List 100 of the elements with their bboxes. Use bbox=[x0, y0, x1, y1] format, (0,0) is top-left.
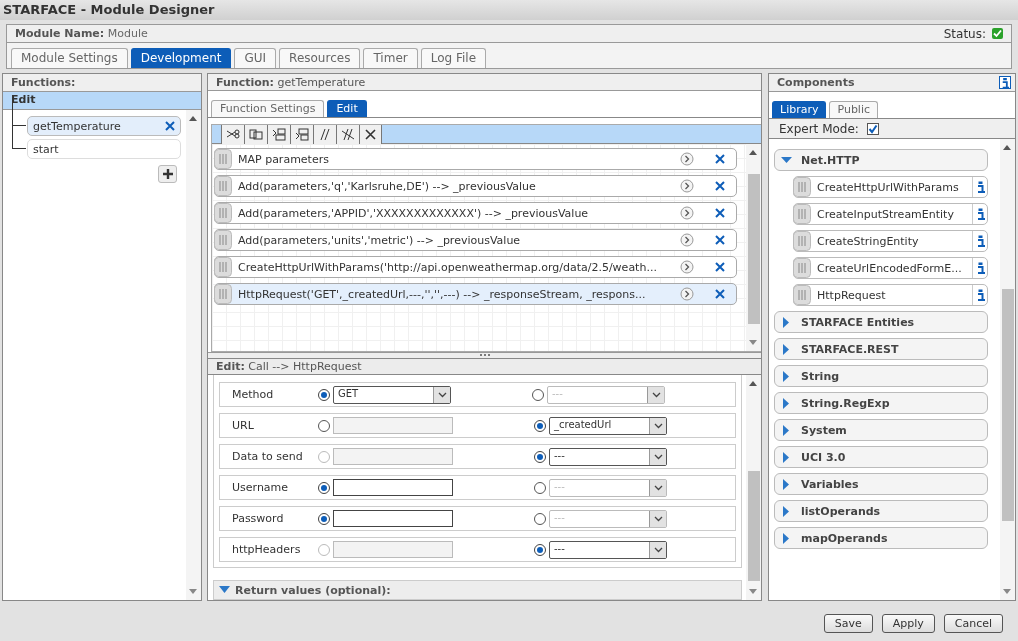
component-group[interactable]: listOperands bbox=[774, 500, 988, 522]
statement-row[interactable]: HttpRequest('GET',_createdUrl,---,'','',---) --> _responseStream, _respons... bbox=[214, 283, 737, 306]
triangle-right-icon[interactable] bbox=[781, 505, 792, 517]
tab[interactable]: Public bbox=[829, 101, 879, 118]
radio-button[interactable] bbox=[534, 543, 546, 556]
toolbar-button[interactable] bbox=[313, 125, 336, 145]
radio-button[interactable] bbox=[532, 388, 544, 401]
tab[interactable]: Log File bbox=[420, 48, 487, 68]
input-field[interactable] bbox=[333, 510, 453, 527]
tab[interactable]: Development bbox=[130, 48, 232, 68]
radio-button[interactable] bbox=[534, 450, 546, 463]
action-button[interactable]: Apply bbox=[881, 614, 935, 633]
tab[interactable]: Timer bbox=[363, 48, 418, 68]
input-field[interactable] bbox=[333, 448, 453, 465]
dropdown[interactable]: --- bbox=[549, 447, 667, 466]
component-group[interactable]: STARFACE Entities bbox=[774, 311, 988, 333]
component-group[interactable]: STARFACE.REST bbox=[774, 338, 988, 360]
component-group[interactable]: System bbox=[774, 419, 988, 441]
triangle-right-icon[interactable] bbox=[781, 316, 792, 328]
toolbar-button[interactable] bbox=[267, 125, 290, 145]
tab[interactable]: Resources bbox=[279, 48, 361, 68]
section-header[interactable]: Return values (optional): bbox=[213, 580, 742, 600]
triangle-right-icon[interactable] bbox=[781, 397, 792, 409]
component-group[interactable]: String bbox=[774, 365, 988, 387]
scrollbar[interactable] bbox=[1000, 139, 1015, 600]
grip-icon[interactable] bbox=[214, 203, 232, 224]
grip-icon[interactable] bbox=[793, 231, 811, 251]
grip-icon[interactable] bbox=[214, 257, 232, 278]
triangle-right-icon[interactable] bbox=[781, 370, 792, 382]
arrow-circle-icon[interactable] bbox=[680, 287, 694, 302]
triangle-right-icon[interactable] bbox=[781, 532, 792, 544]
component-item[interactable]: CreateInputStreamEntity bbox=[793, 203, 988, 225]
tab[interactable]: Function Settings bbox=[211, 100, 325, 118]
triangle-right-icon[interactable] bbox=[781, 478, 792, 490]
action-button[interactable]: Cancel bbox=[943, 614, 1003, 633]
triangle-right-icon[interactable] bbox=[781, 343, 792, 355]
toolbar-button[interactable] bbox=[359, 125, 382, 145]
dropdown[interactable]: --- bbox=[549, 540, 667, 559]
close-icon[interactable] bbox=[714, 153, 726, 166]
component-group[interactable]: String.RegExp bbox=[774, 392, 988, 414]
checkbox[interactable] bbox=[866, 122, 879, 135]
grip-icon[interactable] bbox=[793, 258, 811, 278]
toolbar-button[interactable] bbox=[221, 125, 244, 145]
radio-button[interactable] bbox=[534, 512, 546, 525]
close-icon[interactable] bbox=[714, 180, 726, 193]
close-icon[interactable] bbox=[714, 288, 726, 301]
arrow-circle-icon[interactable] bbox=[680, 206, 694, 221]
splitter-grip-icon[interactable] bbox=[478, 353, 491, 358]
tab[interactable]: GUI bbox=[234, 48, 277, 68]
grip-icon[interactable] bbox=[214, 149, 232, 170]
function-item[interactable]: start bbox=[27, 139, 181, 159]
toolbar-button[interactable] bbox=[336, 125, 359, 145]
statement-row[interactable]: CreateHttpUrlWithParams('http://api.openweathermap.org/data/2.5/weath... bbox=[214, 256, 737, 279]
tab[interactable]: Module Settings bbox=[11, 48, 128, 68]
function-item[interactable]: getTemperature bbox=[27, 116, 181, 136]
radio-button[interactable] bbox=[318, 481, 330, 494]
scrollbar[interactable] bbox=[186, 110, 201, 600]
statement-row[interactable]: MAP parameters bbox=[214, 148, 737, 171]
add-button[interactable] bbox=[158, 165, 177, 183]
input-field[interactable] bbox=[333, 541, 453, 558]
triangle-right-icon[interactable] bbox=[781, 424, 792, 436]
component-group[interactable]: mapOperands bbox=[774, 527, 988, 549]
dropdown[interactable]: GET bbox=[333, 385, 451, 404]
component-item[interactable]: CreateStringEntity bbox=[793, 230, 988, 252]
grip-icon[interactable] bbox=[793, 285, 811, 305]
arrow-circle-icon[interactable] bbox=[680, 152, 694, 167]
scrollbar[interactable] bbox=[746, 375, 761, 600]
toolbar-button[interactable] bbox=[290, 125, 313, 145]
input-field[interactable] bbox=[333, 417, 453, 434]
grip-icon[interactable] bbox=[793, 177, 811, 197]
radio-button[interactable] bbox=[534, 419, 546, 432]
action-button[interactable]: Save bbox=[823, 614, 873, 633]
arrow-circle-icon[interactable] bbox=[680, 260, 694, 275]
statement-row[interactable]: Add(parameters,'APPID','XXXXXXXXXXXXX') --> _previousValue bbox=[214, 202, 737, 225]
arrow-circle-icon[interactable] bbox=[680, 233, 694, 248]
toolbar-button[interactable] bbox=[244, 125, 267, 145]
radio-button[interactable] bbox=[318, 512, 330, 525]
grip-icon[interactable] bbox=[214, 230, 232, 251]
statement-row[interactable]: Add(parameters,'q','Karlsruhe,DE') --> _previousValue bbox=[214, 175, 737, 198]
grip-icon[interactable] bbox=[793, 204, 811, 224]
radio-button[interactable] bbox=[318, 419, 330, 432]
statement-row[interactable]: Add(parameters,'units','metric') --> _previousValue bbox=[214, 229, 737, 252]
scrollbar[interactable] bbox=[746, 144, 761, 352]
radio-button[interactable] bbox=[534, 481, 546, 494]
grip-icon[interactable] bbox=[214, 284, 232, 305]
component-group[interactable]: Variables bbox=[774, 473, 988, 495]
input-field[interactable] bbox=[333, 479, 453, 496]
close-icon[interactable] bbox=[714, 261, 726, 274]
dropdown[interactable]: _createdUrl bbox=[549, 416, 667, 435]
component-group[interactable]: Net.HTTP bbox=[774, 149, 988, 171]
tab[interactable]: Library bbox=[772, 101, 827, 118]
radio-button[interactable] bbox=[318, 388, 330, 401]
triangle-right-icon[interactable] bbox=[781, 451, 792, 463]
component-item[interactable]: HttpRequest bbox=[793, 284, 988, 306]
component-group[interactable]: UCI 3.0 bbox=[774, 446, 988, 468]
close-icon[interactable] bbox=[164, 120, 176, 132]
close-icon[interactable] bbox=[714, 207, 726, 220]
triangle-down-icon[interactable] bbox=[781, 154, 792, 166]
tab[interactable]: Edit bbox=[327, 100, 367, 118]
arrow-circle-icon[interactable] bbox=[680, 179, 694, 194]
